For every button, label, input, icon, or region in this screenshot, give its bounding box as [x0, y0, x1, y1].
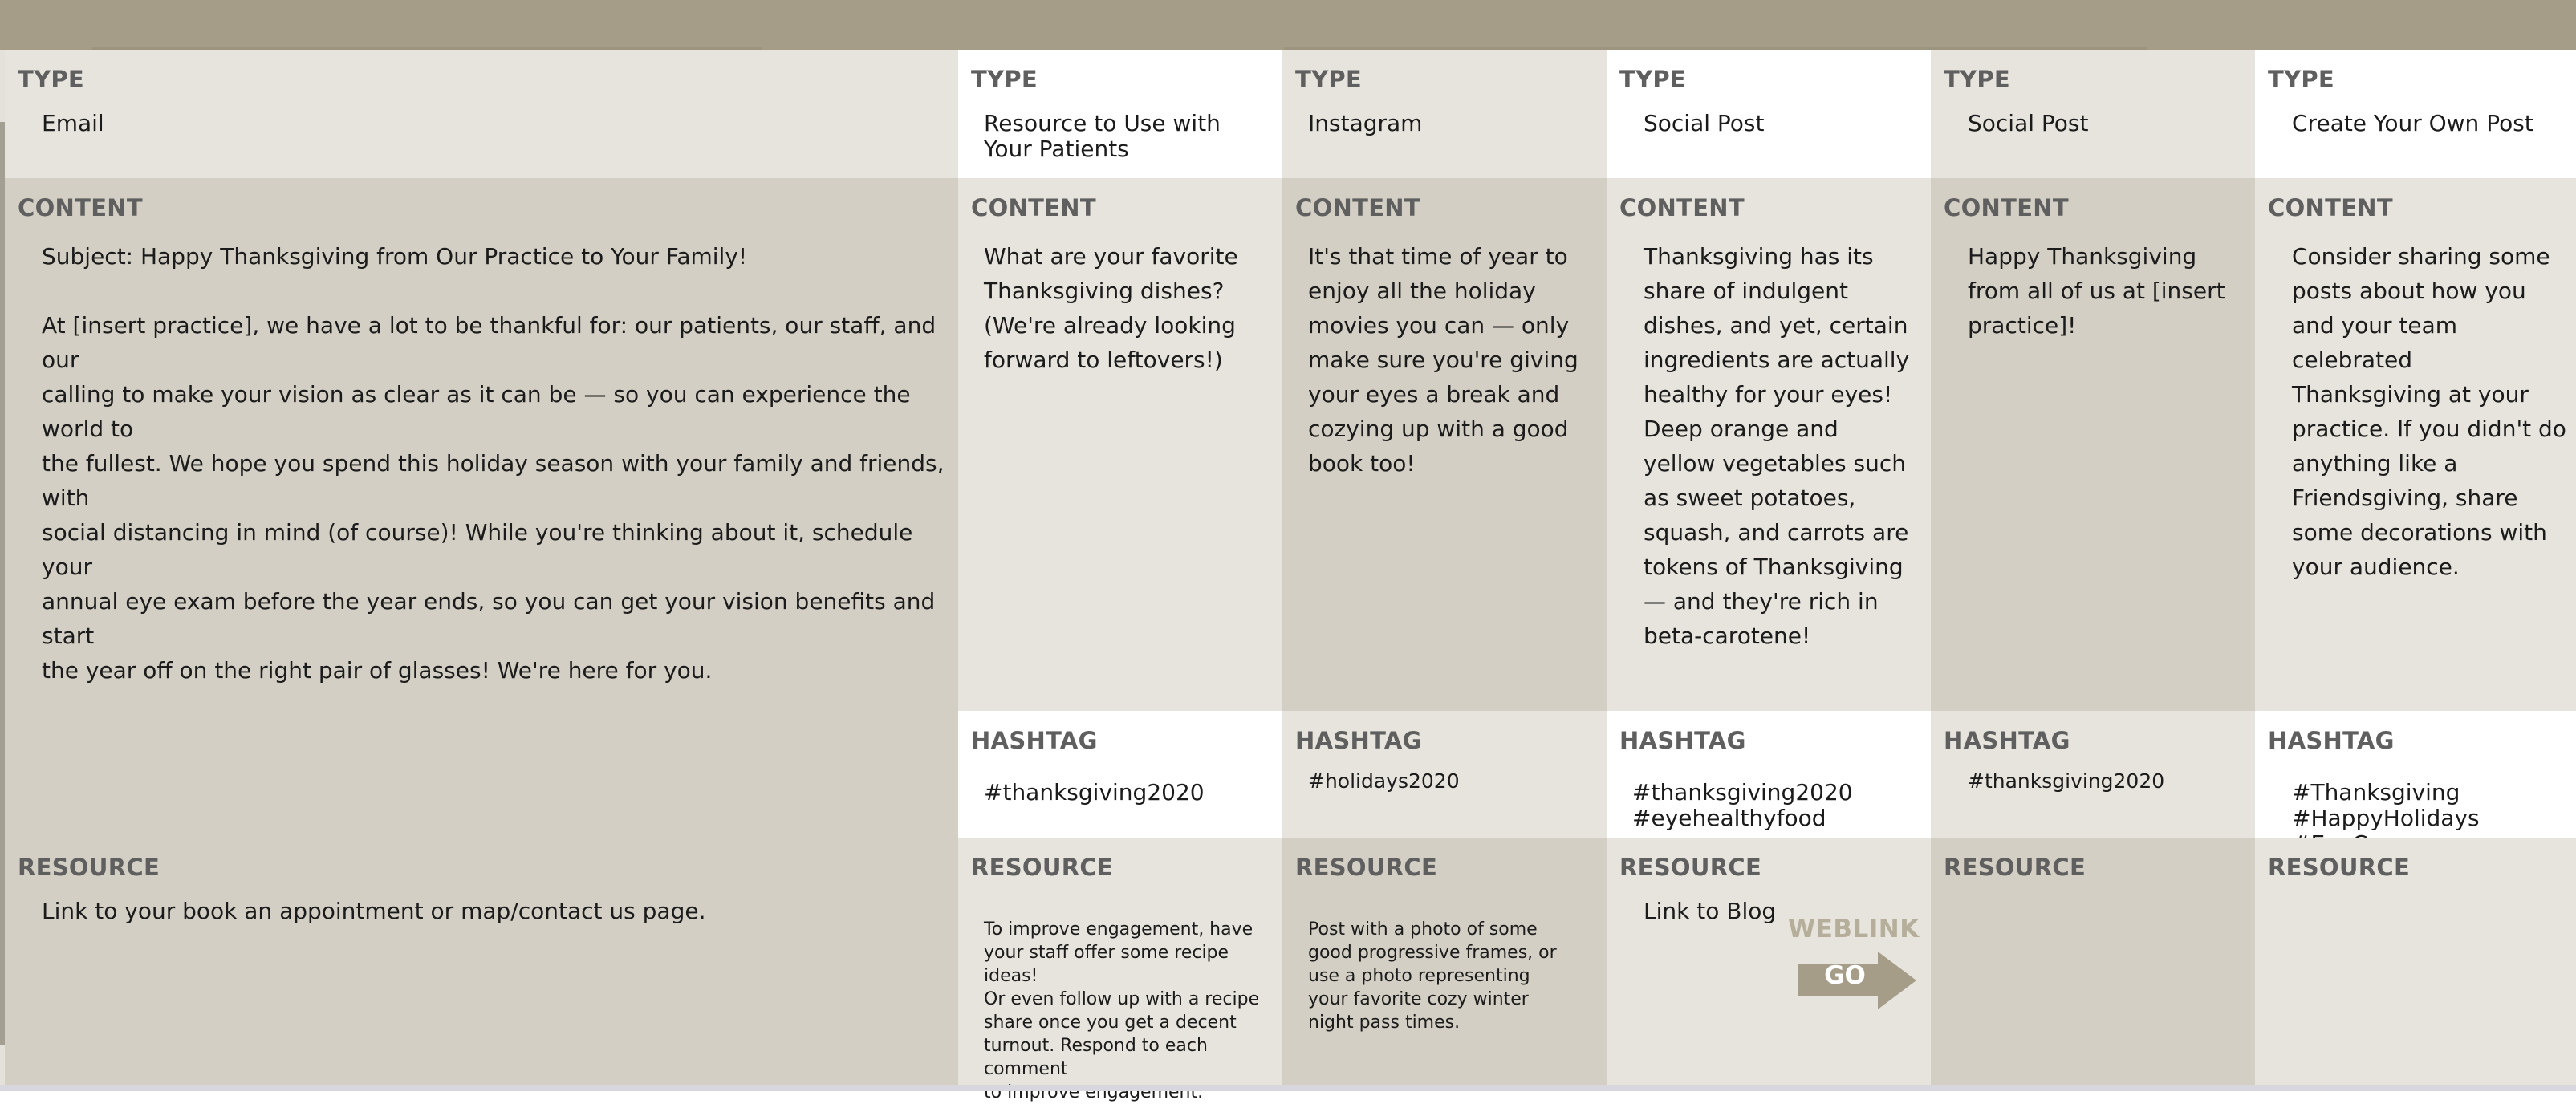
content-text: Consider sharing some posts about how yo…: [2292, 243, 2566, 580]
col5-resource-cell: RESOURCE: [1931, 838, 2255, 1085]
col6-content-cell: CONTENT Consider sharing some posts abou…: [2255, 178, 2576, 711]
type-value: Email: [42, 110, 104, 136]
hashtag-label: HASHTAG: [1619, 727, 1746, 754]
hashtag-label: HASHTAG: [2268, 727, 2395, 754]
bottom-border: [0, 1085, 2576, 1091]
col5-hashtag-cell: HASHTAG #thanksgiving2020: [1931, 711, 2255, 838]
hashtag-text: #thanksgiving2020: [1968, 769, 2165, 793]
col4-hashtag-cell: HASHTAG #thanksgiving2020 #eyehealthyfoo…: [1607, 711, 1931, 838]
resource-text: Link to Blog: [1644, 898, 1777, 924]
hashtag-text: #thanksgiving2020: [984, 779, 1205, 806]
col3-type-cell: TYPE Instagram: [1282, 50, 1607, 178]
type-value: Social Post: [1968, 110, 2089, 136]
hashtag-label: HASHTAG: [1944, 727, 2070, 754]
email-content-text: Subject: Happy Thanksgiving from Our Pra…: [42, 243, 945, 684]
col2-type-cell: TYPE Resource to Use with Your Patients: [958, 50, 1282, 178]
type-value: Resource to Use with Your Patients: [984, 110, 1221, 162]
type-label: TYPE: [18, 66, 85, 93]
resource-label: RESOURCE: [1619, 854, 1762, 881]
type-label: TYPE: [1944, 66, 2011, 93]
col5-type-cell: TYPE Social Post: [1931, 50, 2255, 178]
type-label: TYPE: [1295, 66, 1363, 93]
resource-text: To improve engagement, have your staff o…: [984, 919, 1260, 1102]
col4-type-cell: TYPE Social Post: [1607, 50, 1931, 178]
weblink-label: WEBLINK: [1788, 915, 1920, 944]
resource-label: RESOURCE: [971, 854, 1114, 881]
col2-content-cell: CONTENT What are your favorite Thanksgiv…: [958, 178, 1282, 711]
resource-label: RESOURCE: [1944, 854, 2086, 881]
resource-label: RESOURCE: [18, 854, 160, 881]
content-label: CONTENT: [1619, 194, 1745, 221]
type-value: Create Your Own Post: [2292, 110, 2533, 136]
col6-type-cell: TYPE Create Your Own Post: [2255, 50, 2576, 178]
type-label: TYPE: [1619, 66, 1687, 93]
resource-label: RESOURCE: [1295, 854, 1438, 881]
type-label: TYPE: [971, 66, 1038, 93]
type-value: Social Post: [1644, 110, 1765, 136]
resource-text: Post with a photo of some good progressi…: [1308, 919, 1557, 1033]
email-content-cell: CONTENT Subject: Happy Thanksgiving from…: [5, 178, 958, 838]
col3-content-cell: CONTENT It's that time of year to enjoy …: [1282, 178, 1607, 711]
type-label: TYPE: [2268, 66, 2335, 93]
content-text: It's that time of year to enjoy all the …: [1308, 243, 1579, 477]
col6-hashtag-cell: HASHTAG #Thanksgiving #HappyHolidays #Ey…: [2255, 711, 2576, 857]
hashtag-label: HASHTAG: [971, 727, 1098, 754]
content-label: CONTENT: [1295, 194, 1420, 221]
content-text: What are your favorite Thanksgiving dish…: [984, 243, 1238, 373]
col3-resource-cell: RESOURCE Post with a photo of some good …: [1282, 838, 1607, 1085]
email-type-cell: TYPE Email: [5, 50, 958, 178]
hashtag-text: #holidays2020: [1308, 769, 1460, 793]
hashtag-label: HASHTAG: [1295, 727, 1422, 754]
col6-resource-cell: RESOURCE: [2255, 838, 2576, 1085]
resource-label: RESOURCE: [2268, 854, 2411, 881]
type-value: Instagram: [1308, 110, 1423, 136]
col4-content-cell: CONTENT Thanksgiving has its share of in…: [1607, 178, 1931, 711]
content-label: CONTENT: [971, 194, 1096, 221]
weblink-go-text: GO: [1824, 961, 1866, 990]
col2-resource-cell: RESOURCE To improve engagement, have you…: [958, 838, 1282, 1102]
content-label: CONTENT: [18, 194, 143, 221]
hashtag-text: #thanksgiving2020 #eyehealthyfood: [1632, 779, 1853, 831]
header-bar: [0, 0, 2576, 59]
col5-content-cell: CONTENT Happy Thanksgiving from all of u…: [1931, 178, 2255, 711]
email-resource-cell: RESOURCE Link to your book an appointmen…: [5, 838, 958, 1085]
resource-text: Link to your book an appointment or map/…: [42, 898, 706, 924]
content-text: Happy Thanksgiving from all of us at [in…: [1968, 243, 2225, 339]
col4-resource-cell: RESOURCE Link to Blog WEBLINK GO: [1607, 838, 1931, 1085]
col3-hashtag-cell: HASHTAG #holidays2020: [1282, 711, 1607, 838]
content-text: Thanksgiving has its share of indulgent …: [1644, 243, 1910, 649]
content-label: CONTENT: [2268, 194, 2393, 221]
content-label: CONTENT: [1944, 194, 2069, 221]
col2-hashtag-cell: HASHTAG #thanksgiving2020: [958, 711, 1282, 838]
